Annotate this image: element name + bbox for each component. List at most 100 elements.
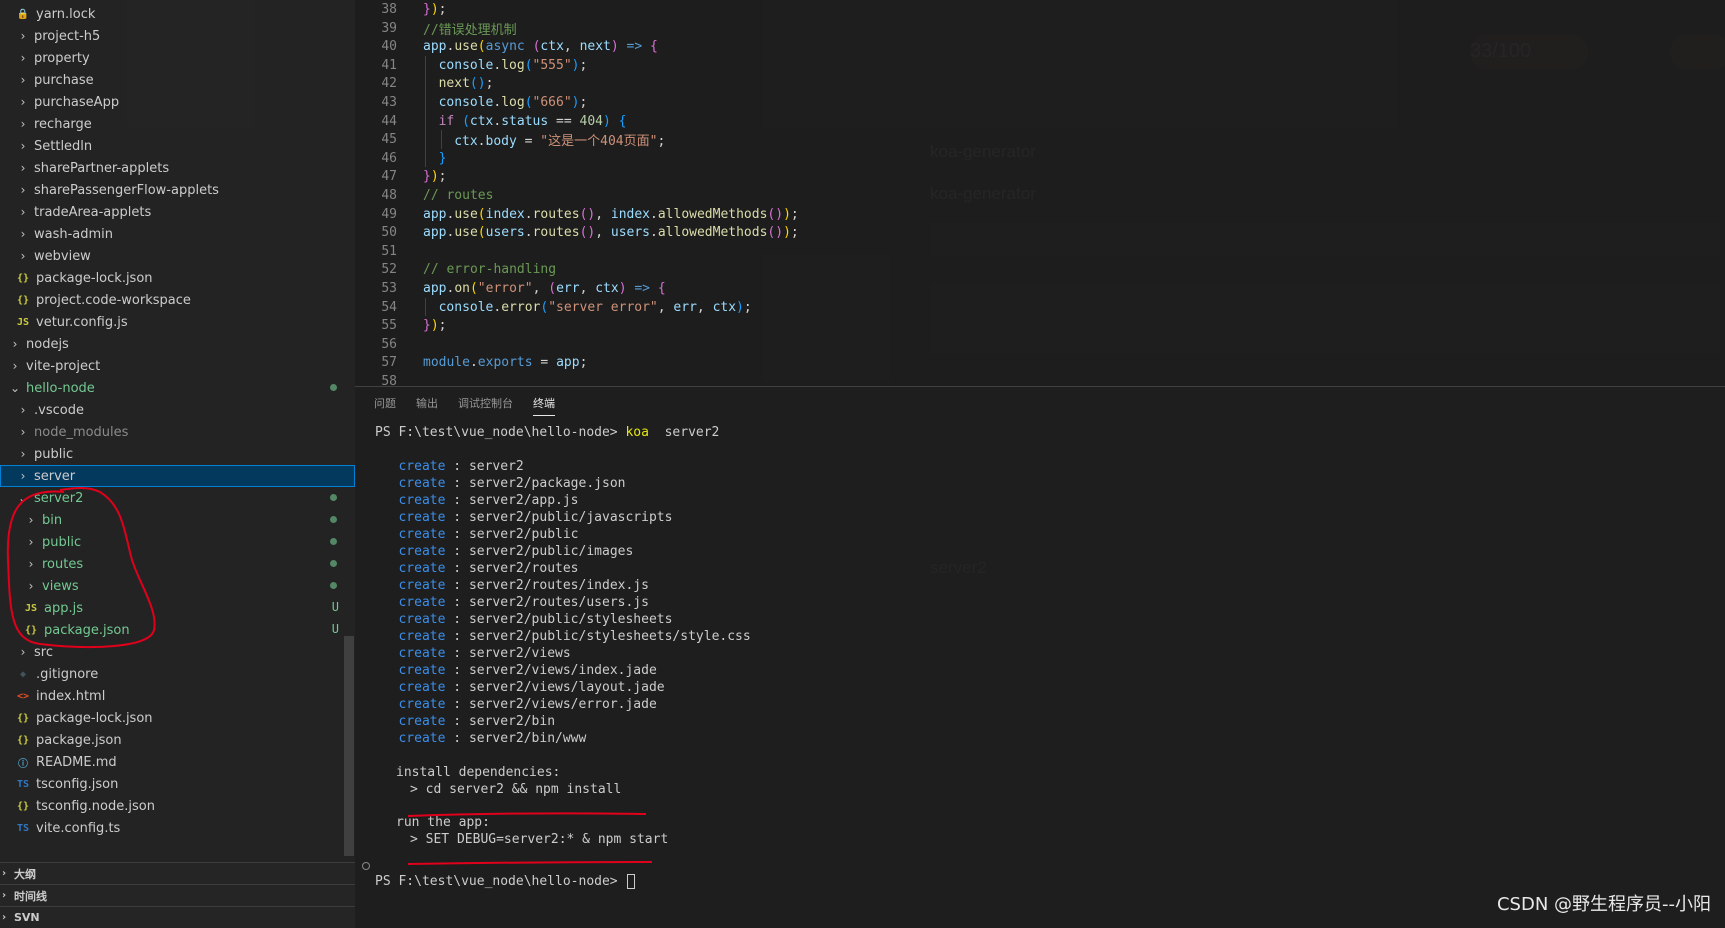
panel-tab[interactable]: 终端 — [533, 391, 555, 416]
terminal-output-line: create : server2/routes — [375, 561, 578, 578]
tree-item[interactable]: ◆ .gitignore — [0, 663, 355, 685]
code-line[interactable]: 39 //错误处理机制 — [355, 19, 516, 38]
code-token: ; — [438, 169, 447, 185]
code-token: use — [454, 206, 478, 222]
code-line[interactable]: 49 app.use(index.routes(), index.allowedM… — [355, 205, 798, 224]
code-line[interactable]: 45 ctx.body = "这是一个404页面"; — [355, 130, 665, 149]
chevron-right-icon: › — [20, 139, 26, 153]
code-line[interactable]: 50 app.use(users.routes(), users.allowedM… — [355, 223, 798, 242]
panel-tab[interactable]: 问题 — [374, 391, 396, 415]
tree-item[interactable]: ⓘ README.md — [0, 751, 355, 773]
tree-item[interactable]: › tradeArea-applets — [0, 201, 355, 223]
terminal-panel[interactable]: 问题 输出 调试控制台 终端 PS F:\test\vue_node\hello-no… — [355, 386, 1725, 928]
code-text: module.exports = app; — [423, 355, 587, 370]
tree-item[interactable]: › public — [0, 531, 355, 553]
code-line[interactable]: 42 next(); — [355, 74, 493, 93]
tree-item[interactable]: › purchaseApp — [0, 91, 355, 113]
tree-item[interactable]: {} package.json — [0, 729, 355, 751]
code-token: ) — [430, 169, 439, 185]
line-number: 38 — [381, 2, 397, 17]
tree-item[interactable]: {} tsconfig.node.json — [0, 795, 355, 817]
tree-item[interactable]: JS vetur.config.js — [0, 311, 355, 333]
tree-item[interactable]: › property — [0, 47, 355, 69]
tree-item[interactable]: › nodejs — [0, 333, 355, 355]
tree-item[interactable]: {} project.code-workspace — [0, 289, 355, 311]
code-line[interactable]: 53 app.on("error", (err, ctx) => { — [355, 279, 665, 298]
tree-item[interactable]: › vite-project — [0, 355, 355, 377]
tree-item[interactable]: {} package-lock.json — [0, 707, 355, 729]
tree-item[interactable]: {} package-lock.json — [0, 267, 355, 289]
tree-item[interactable]: › node_modules — [0, 421, 355, 443]
tree-item[interactable]: › views — [0, 575, 355, 597]
panel-tab[interactable]: 调试控制台 — [458, 391, 513, 415]
tree-item[interactable]: JS app.js U — [0, 597, 355, 619]
tree-item[interactable]: › .vscode — [0, 399, 355, 421]
code-line[interactable]: 47}); — [355, 167, 446, 186]
code-line[interactable]: 48 // routes — [355, 186, 493, 205]
panel-outline[interactable]: › 大纲 — [0, 862, 355, 884]
tree-item[interactable]: › public — [0, 443, 355, 465]
tree-item[interactable]: › routes — [0, 553, 355, 575]
panel-timeline[interactable]: › 时间线 — [0, 884, 355, 906]
tree-item[interactable]: TS vite.config.ts — [0, 817, 355, 839]
terminal-separator: : — [445, 493, 469, 508]
terminal-prompt: PS F:\test\vue_node\hello-node> — [375, 425, 626, 440]
tree-item[interactable]: › webview — [0, 245, 355, 267]
tree-item[interactable]: <> index.html — [0, 685, 355, 707]
tree-item[interactable]: › purchase — [0, 69, 355, 91]
code-line[interactable]: 55}); — [355, 316, 446, 335]
panel-tab[interactable]: 输出 — [416, 391, 438, 415]
code-line[interactable]: 44 if (ctx.status == 404) { — [355, 112, 626, 131]
code-editor[interactable]: 38}); 39//错误处理机制 40 app.use(async (ctx, nex… — [355, 0, 1725, 386]
tree-item[interactable]: › sharePassengerFlow-applets — [0, 179, 355, 201]
tree-item[interactable]: › bin — [0, 509, 355, 531]
tree-item[interactable]: {} package.json U — [0, 619, 355, 641]
chevron-right-icon: › — [20, 249, 26, 263]
code-line[interactable]: 43 console.log("666"); — [355, 93, 587, 112]
code-token: ) — [602, 113, 611, 129]
code-line[interactable]: 52 // error-handling — [355, 260, 556, 279]
tree-item-label: vite.config.ts — [36, 820, 121, 836]
tree-item[interactable]: ⌄ hello-node — [0, 377, 355, 399]
code-line[interactable]: 56 — [355, 335, 397, 354]
tree-item[interactable]: ⌄ server2 — [0, 487, 355, 509]
tree-item[interactable]: › src — [0, 641, 355, 663]
tree-item-label: package-lock.json — [36, 710, 153, 726]
code-line[interactable]: 58 — [355, 372, 397, 386]
tree-item[interactable]: › wash-admin — [0, 223, 355, 245]
tree-item[interactable]: › sharePartner-applets — [0, 157, 355, 179]
create-keyword: create — [398, 561, 446, 576]
tree-item[interactable]: 🔒 yarn.lock — [0, 3, 355, 25]
code-line[interactable]: 41 console.log("555"); — [355, 56, 587, 75]
chevron-right-icon: › — [20, 183, 26, 197]
terminal-output-line: create : server2/package.json — [375, 476, 625, 493]
code-line[interactable]: 57 module.exports = app; — [355, 353, 587, 372]
line-number: 55 — [381, 318, 397, 334]
indent-guide — [425, 148, 426, 168]
explorer-scrollbar[interactable] — [344, 636, 354, 856]
code-line[interactable]: 38}); — [355, 0, 446, 19]
tree-item[interactable]: TS tsconfig.json — [0, 773, 355, 795]
tree-item[interactable]: › server — [0, 465, 355, 487]
create-keyword: create — [398, 714, 446, 729]
create-keyword: create — [398, 731, 446, 746]
code-token: console — [438, 95, 494, 110]
tree-item[interactable]: › project-h5 — [0, 25, 355, 47]
code-line[interactable]: 46} — [355, 149, 446, 168]
terminal-cursor[interactable] — [627, 874, 636, 889]
terminal-separator: : — [445, 561, 469, 576]
code-line[interactable]: 54 console.error("server error", err, ctx… — [355, 298, 751, 317]
code-token: ( — [540, 299, 549, 315]
panel-svn[interactable]: › SVN — [0, 906, 355, 928]
git-status-dot-icon — [330, 538, 337, 545]
code-line[interactable]: 51 — [355, 242, 397, 261]
tree-item[interactable]: › recharge — [0, 113, 355, 135]
code-line[interactable]: 40 app.use(async (ctx, next) => { — [355, 37, 658, 56]
chevron-right-icon: › — [20, 403, 26, 417]
tree-item[interactable]: › Settledln — [0, 135, 355, 157]
file-tree[interactable]: 🔒 yarn.lock › project-h5 › property › purchase ›… — [0, 0, 355, 862]
terminal-output-line: create : server2/views — [375, 646, 570, 663]
code-token: ; — [790, 225, 799, 241]
chevron-right-icon: › — [28, 557, 34, 571]
code-token: // error-handling — [423, 262, 557, 278]
